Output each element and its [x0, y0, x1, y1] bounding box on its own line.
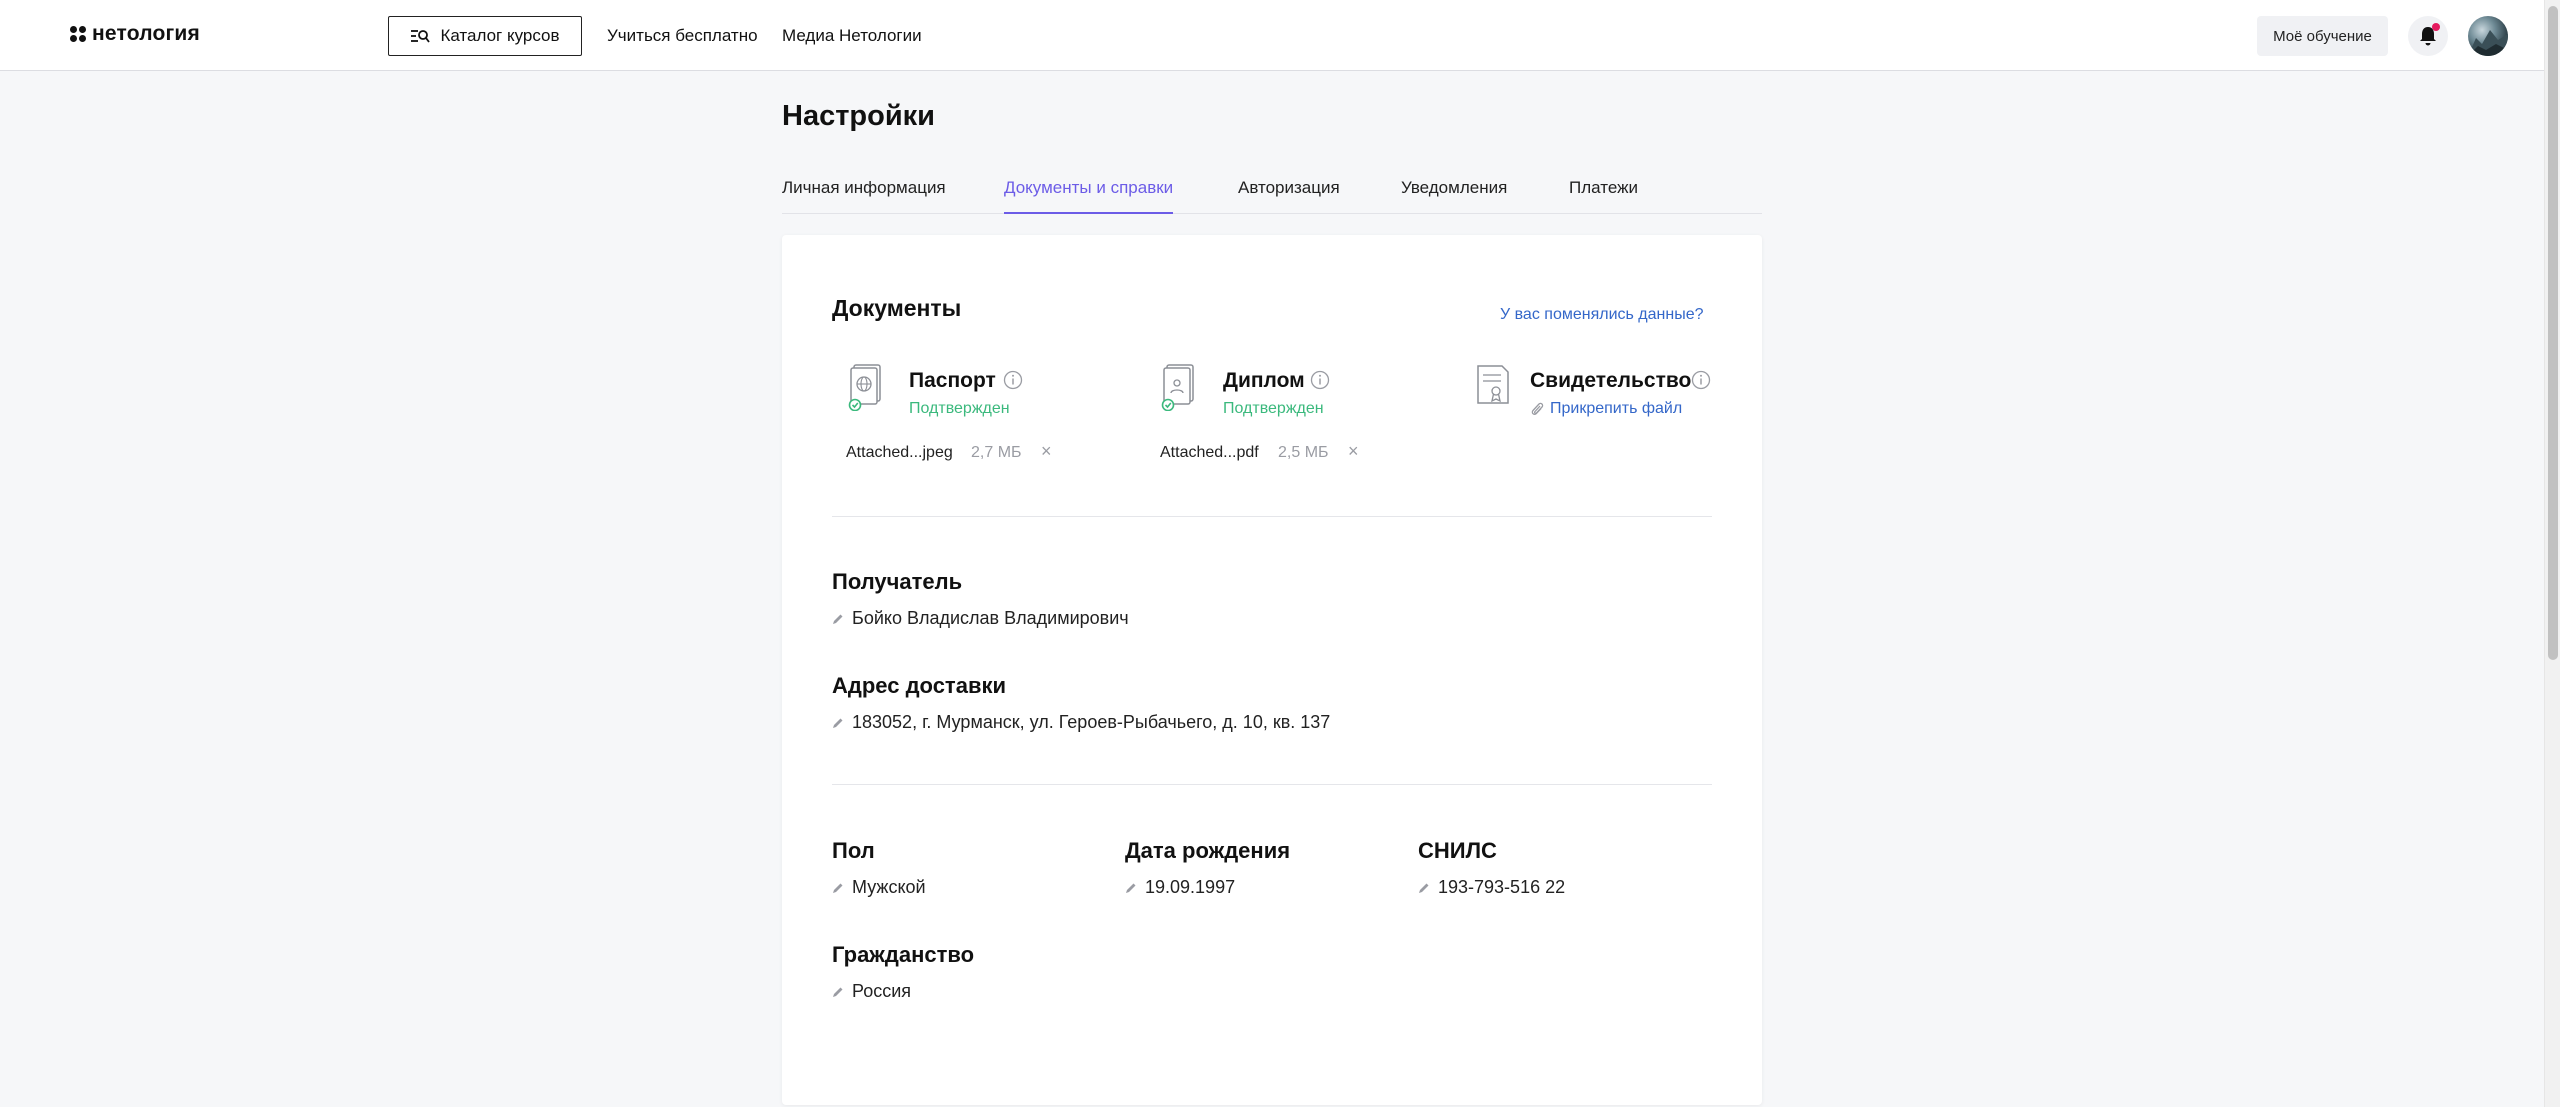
page-scrollbar[interactable]: [2544, 0, 2560, 1107]
certificate-attach-link[interactable]: Прикрепить файл: [1530, 400, 1682, 418]
avatar[interactable]: [2468, 16, 2508, 56]
tab-payments[interactable]: Платежи: [1569, 178, 1638, 214]
pencil-icon: [1419, 883, 1429, 893]
snils-title: СНИЛС: [1418, 838, 1497, 863]
passport-info-icon[interactable]: [1003, 370, 1023, 390]
catalog-button[interactable]: Каталог курсов: [388, 16, 582, 56]
tab-personal-info[interactable]: Личная информация: [782, 178, 946, 214]
address-value[interactable]: 183052, г. Мурманск, ул. Героев-Рыбачьег…: [832, 712, 1330, 733]
scrollbar-thumb[interactable]: [2548, 6, 2558, 660]
citizenship-title: Гражданство: [832, 942, 975, 967]
gender-value[interactable]: Мужской: [832, 877, 926, 898]
birthdate-value[interactable]: 19.09.1997: [1125, 877, 1235, 898]
passport-remove-icon[interactable]: ×: [1041, 442, 1052, 460]
settings-tabs: Личная информация Документы и справки Ав…: [782, 178, 1762, 214]
documents-card: Документы У вас поменялись данные? Паспо…: [782, 235, 1762, 1105]
pencil-icon: [833, 718, 843, 728]
nav-learn-free[interactable]: Учиться бесплатно: [607, 26, 758, 46]
certificate-name: Свидетельство: [1530, 369, 1692, 392]
diploma-status: Подтвержден: [1223, 400, 1324, 417]
recipient-title: Получатель: [832, 569, 963, 594]
certificate-icon: [1477, 365, 1509, 404]
diploma-file-name[interactable]: Attached...pdf: [1160, 444, 1259, 462]
data-changed-link[interactable]: У вас поменялись данные?: [1500, 306, 1704, 324]
passport-status: Подтвержден: [909, 400, 1010, 417]
recipient-value[interactable]: Бойко Владислав Владимирович: [832, 608, 1129, 629]
notifications-button[interactable]: [2408, 16, 2448, 56]
logo-icon: [70, 26, 86, 42]
documents-title: Документы: [832, 295, 962, 321]
pencil-icon: [833, 883, 843, 893]
passport-file-name[interactable]: Attached...jpeg: [846, 444, 953, 462]
pencil-icon: [833, 614, 843, 624]
diploma-remove-icon[interactable]: ×: [1348, 442, 1359, 460]
diploma-name: Диплом: [1223, 369, 1305, 392]
catalog-search-icon: [411, 30, 431, 43]
logo[interactable]: нетология: [70, 22, 200, 46]
tab-documents[interactable]: Документы и справки: [1004, 178, 1174, 214]
birthdate-value-text: 19.09.1997: [1145, 877, 1236, 897]
address-value-text: 183052, г. Мурманск, ул. Героев-Рыбачьег…: [852, 712, 1331, 732]
page-title: Настройки: [782, 100, 936, 132]
snils-value[interactable]: 193-793-516 22: [1418, 877, 1565, 898]
diploma-info-icon[interactable]: [1310, 370, 1330, 390]
address-title: Адрес доставки: [832, 673, 1007, 698]
my-learning-button[interactable]: Моё обучение: [2257, 16, 2388, 56]
certificate-attach-label: Прикрепить файл: [1550, 400, 1683, 417]
snils-value-text: 193-793-516 22: [1438, 877, 1566, 897]
recipient-value-text: Бойко Владислав Владимирович: [852, 608, 1129, 628]
certificate-info-icon[interactable]: [1691, 370, 1711, 390]
notification-dot: [2432, 23, 2440, 31]
passport-icon: [848, 364, 881, 411]
catalog-button-label: Каталог курсов: [440, 26, 560, 45]
diploma-icon: [1161, 364, 1194, 411]
tab-notifications[interactable]: Уведомления: [1401, 178, 1507, 214]
divider: [832, 516, 1712, 517]
tab-authorization[interactable]: Авторизация: [1238, 178, 1340, 214]
logo-text: нетология: [92, 22, 200, 45]
diploma-file-size: 2,5 МБ: [1278, 444, 1329, 461]
passport-file-size: 2,7 МБ: [971, 444, 1022, 461]
nav-media[interactable]: Медиа Нетологии: [782, 26, 922, 46]
top-header: нетология Каталог курсов Учиться бесплат…: [0, 0, 2544, 71]
pencil-icon: [833, 987, 843, 997]
divider: [832, 784, 1712, 785]
pencil-icon: [1126, 883, 1136, 893]
paperclip-icon: [1531, 402, 1544, 416]
citizenship-value[interactable]: Россия: [832, 981, 911, 1002]
gender-value-text: Мужской: [852, 877, 926, 897]
avatar-image-icon: [2468, 30, 2508, 56]
citizenship-value-text: Россия: [852, 981, 912, 1001]
birthdate-title: Дата рождения: [1125, 838, 1291, 863]
passport-name: Паспорт: [909, 369, 996, 392]
gender-title: Пол: [832, 838, 875, 863]
